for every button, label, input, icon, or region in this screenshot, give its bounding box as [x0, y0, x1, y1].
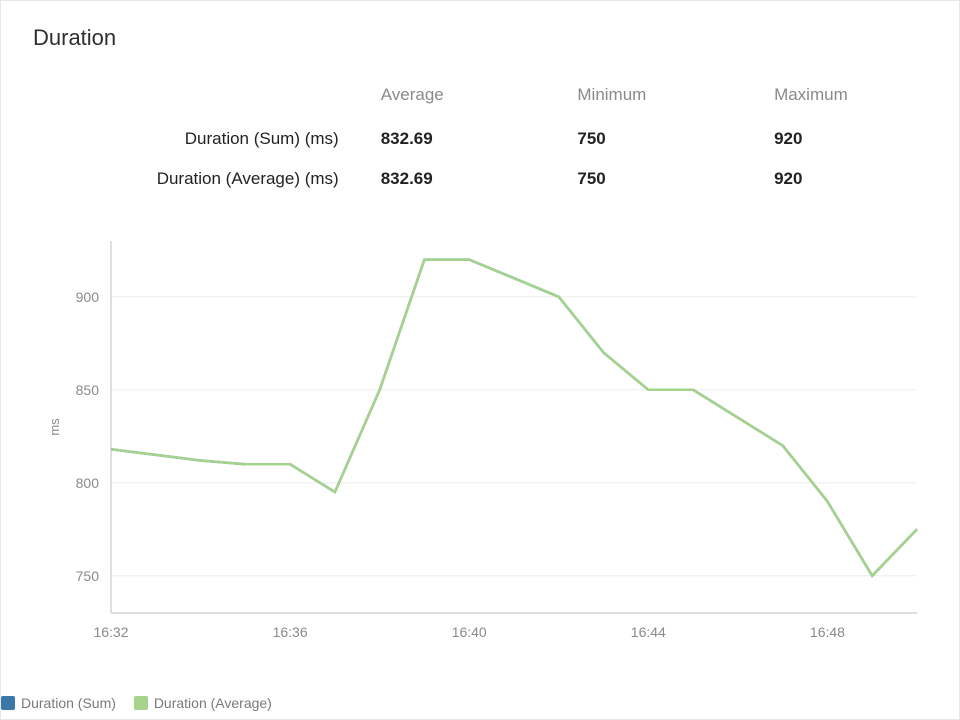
- col-header-average: Average: [373, 79, 570, 119]
- cell-average: 832.69: [373, 119, 570, 159]
- svg-text:800: 800: [76, 475, 100, 491]
- svg-text:750: 750: [76, 568, 100, 584]
- legend-swatch: [134, 696, 148, 710]
- svg-text:16:36: 16:36: [273, 624, 308, 640]
- svg-text:850: 850: [76, 382, 100, 398]
- cell-minimum: 750: [569, 159, 766, 199]
- col-header-minimum: Minimum: [569, 79, 766, 119]
- svg-text:ms: ms: [47, 418, 62, 436]
- stats-table: Average Minimum Maximum Duration (Sum) (…: [33, 79, 927, 199]
- legend-label: Duration (Average): [154, 695, 272, 711]
- svg-text:16:48: 16:48: [810, 624, 845, 640]
- chart-area: 750 800 850 900 ms 16:32 16:36 16:40 16:44 16:48: [33, 223, 927, 664]
- row-label: Duration (Average) (ms): [33, 159, 373, 199]
- svg-text:16:32: 16:32: [93, 624, 128, 640]
- series-line: [111, 260, 917, 576]
- legend-item: Duration (Sum): [1, 695, 116, 711]
- table-row: Duration (Average) (ms) 832.69 750 920: [33, 159, 927, 199]
- panel-title: Duration: [33, 25, 927, 51]
- cell-average: 832.69: [373, 159, 570, 199]
- legend-label: Duration (Sum): [21, 695, 116, 711]
- cell-maximum: 920: [766, 159, 927, 199]
- col-header-maximum: Maximum: [766, 79, 927, 119]
- table-row: Duration (Sum) (ms) 832.69 750 920: [33, 119, 927, 159]
- metrics-panel: Duration Average Minimum Maximum Duratio…: [0, 0, 960, 720]
- legend-item: Duration (Average): [134, 695, 272, 711]
- duration-line-chart: 750 800 850 900 ms 16:32 16:36 16:40 16:44 16:48: [33, 223, 929, 659]
- cell-maximum: 920: [766, 119, 927, 159]
- series-line: [111, 260, 917, 576]
- chart-legend: Duration (Sum) Duration (Average): [1, 695, 286, 713]
- svg-text:900: 900: [76, 289, 100, 305]
- row-label: Duration (Sum) (ms): [33, 119, 373, 159]
- cell-minimum: 750: [569, 119, 766, 159]
- legend-swatch: [1, 696, 15, 710]
- svg-text:16:44: 16:44: [631, 624, 666, 640]
- svg-text:16:40: 16:40: [452, 624, 487, 640]
